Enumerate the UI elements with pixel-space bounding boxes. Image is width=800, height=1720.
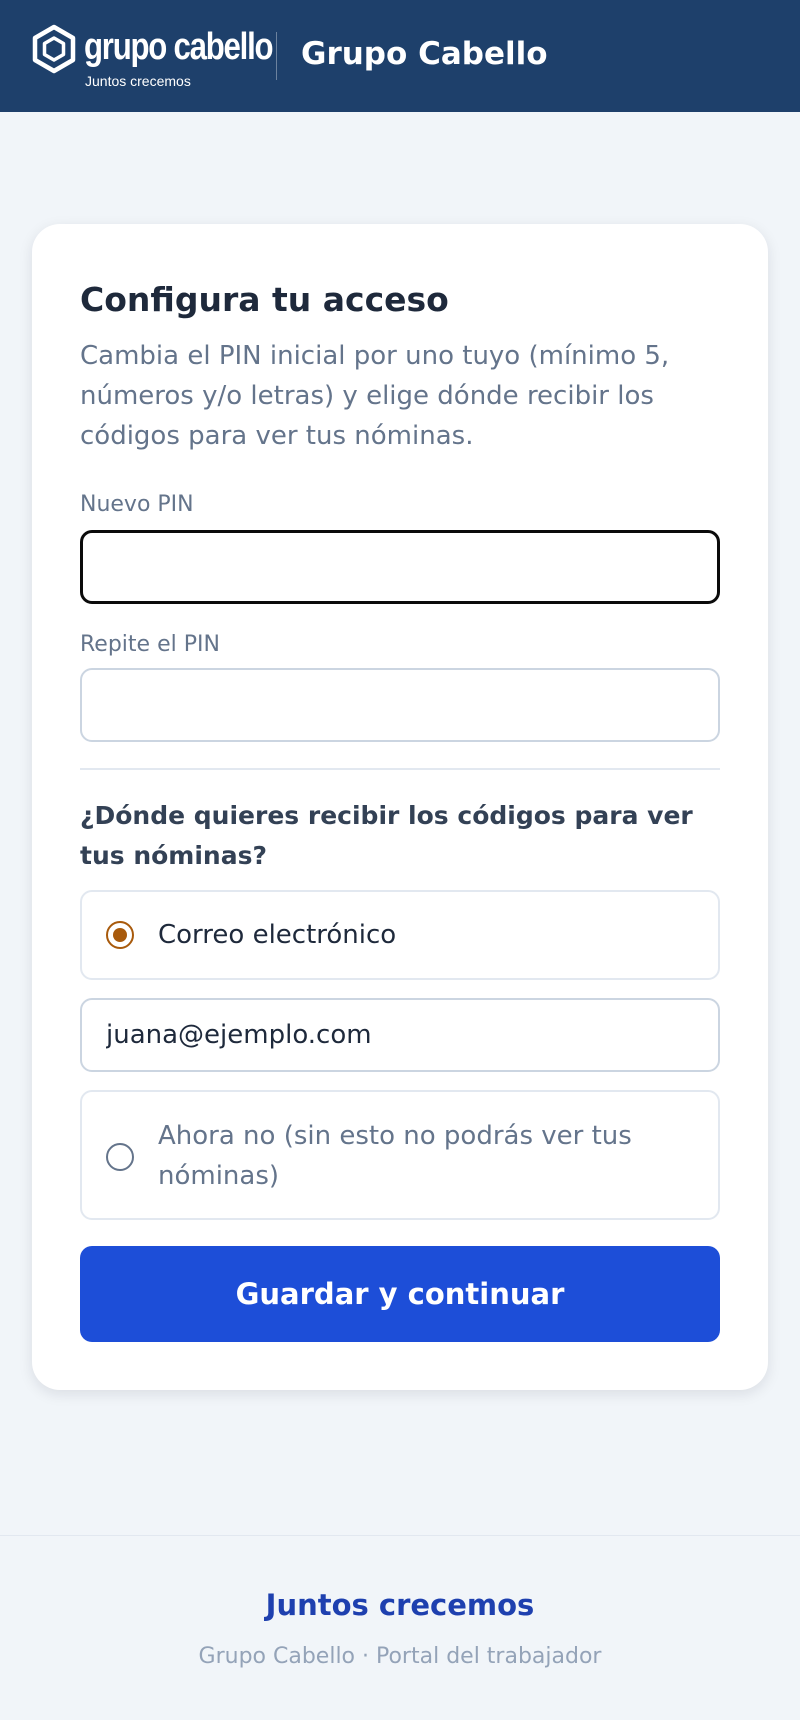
repeat-pin-label: Repite el PIN bbox=[80, 632, 220, 657]
company-logo[interactable]: grupo cabello Juntos crecemos bbox=[32, 22, 274, 92]
page-title: Configura tu acceso bbox=[80, 280, 449, 319]
logo-tagline: Juntos crecemos bbox=[85, 73, 191, 89]
email-field[interactable] bbox=[80, 998, 720, 1072]
page-description: Cambia el PIN inicial por uno tuyo (míni… bbox=[80, 341, 670, 451]
email-radio[interactable] bbox=[106, 921, 134, 949]
save-and-continue-button[interactable]: Guardar y continuar bbox=[80, 1246, 720, 1342]
option-not-now-label: Ahora no (sin esto no podrás ver tus nóm… bbox=[158, 1121, 632, 1191]
new-pin-label: Nuevo PIN bbox=[80, 492, 194, 517]
new-pin-input[interactable] bbox=[80, 530, 720, 604]
footer-divider bbox=[0, 1535, 800, 1536]
option-not-now[interactable]: Ahora no (sin esto no podrás ver tus nóm… bbox=[80, 1090, 720, 1220]
top-header: grupo cabello Juntos crecemos Grupo Cabe… bbox=[0, 0, 800, 112]
option-email-label: Correo electrónico bbox=[158, 920, 397, 950]
header-divider bbox=[276, 32, 277, 80]
footer-motto: Juntos crecemos bbox=[265, 1588, 535, 1622]
hexagon-logo-icon bbox=[32, 24, 76, 74]
access-setup-card: Configura tu acceso Cambia el PIN inicia… bbox=[32, 224, 768, 1390]
header-title: Grupo Cabello bbox=[301, 36, 548, 72]
section-divider bbox=[80, 768, 720, 770]
logo-name: grupo cabello bbox=[84, 26, 274, 68]
not-now-radio[interactable] bbox=[106, 1143, 134, 1171]
option-email[interactable]: Correo electrónico bbox=[80, 890, 720, 980]
repeat-pin-input[interactable] bbox=[80, 668, 720, 742]
delivery-question: ¿Dónde quieres recibir los códigos para … bbox=[80, 801, 693, 870]
footer-subtitle: Grupo Cabello · Portal del trabajador bbox=[198, 1644, 602, 1669]
